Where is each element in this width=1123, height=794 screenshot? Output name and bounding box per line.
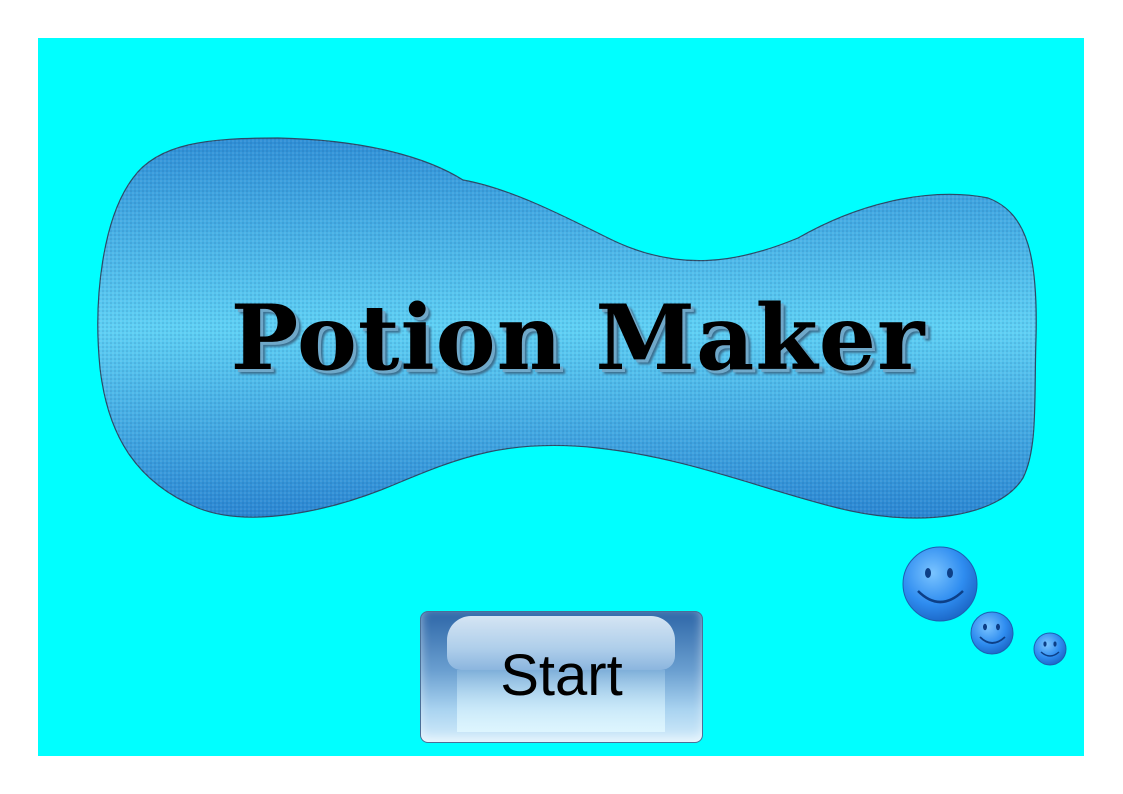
start-button-label: Start: [500, 643, 623, 708]
title-screen: Potion Maker Start: [38, 38, 1084, 756]
smiley-face-icon-medium: [970, 611, 1014, 655]
start-button[interactable]: Start: [420, 611, 703, 743]
smiley-face-icon-large: [902, 546, 978, 622]
smiley-face-icon-small: [1033, 632, 1067, 666]
game-title: Potion Maker: [230, 285, 926, 391]
